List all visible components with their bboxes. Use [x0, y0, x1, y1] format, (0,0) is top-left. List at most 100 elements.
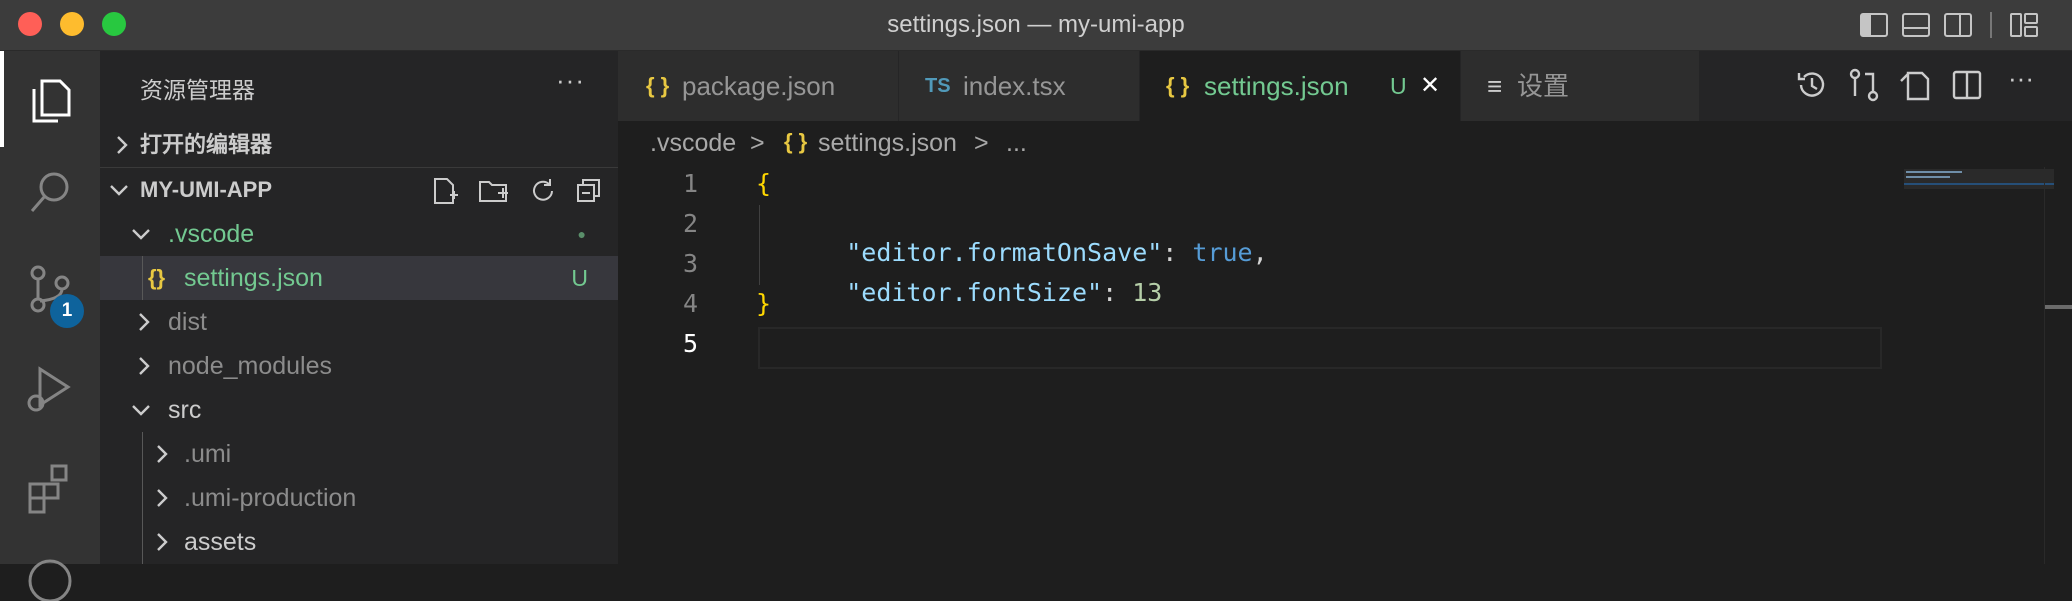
vertical-scrollbar[interactable] [2044, 167, 2072, 564]
untracked-badge: U [1390, 73, 1407, 99]
tree-item-label: dist [168, 308, 207, 336]
title-bar: settings.json — my-umi-app [0, 0, 2072, 51]
close-tab-icon[interactable]: ✕ [1420, 51, 1440, 121]
explorer-more-button[interactable]: ··· [556, 65, 585, 96]
toggle-secondary-sidebar-icon[interactable] [1942, 10, 1974, 40]
breadcrumb-separator: > [974, 129, 989, 157]
activity-bar: 1 [0, 51, 100, 601]
explorer-title: 资源管理器 [140, 77, 255, 103]
typescript-file-icon: TS [925, 75, 951, 97]
chevron-right-icon [157, 533, 168, 551]
minimap-line [1906, 176, 1950, 178]
minimap[interactable] [1888, 167, 2054, 564]
tree-item-node-modules[interactable]: node_modules [100, 344, 618, 388]
json-colon: : [1102, 278, 1133, 307]
json-file-icon: {} [148, 265, 166, 290]
tab-label: settings.json [1204, 71, 1349, 101]
chevron-down-icon [132, 405, 150, 416]
new-folder-icon[interactable] [478, 176, 510, 206]
split-editor-icon[interactable] [1950, 67, 1986, 103]
window-title: settings.json — my-umi-app [887, 11, 1185, 38]
customize-layout-icon[interactable] [2008, 10, 2040, 40]
tree-item-label: settings.json [184, 264, 323, 292]
code-open-brace: { [756, 169, 772, 198]
line-number: 2 [682, 209, 698, 238]
chevron-down-icon [132, 229, 150, 240]
line-number: 3 [682, 249, 698, 278]
refresh-icon[interactable] [528, 176, 558, 206]
scrollbar-cursor-marker [2045, 305, 2072, 309]
toggle-primary-sidebar-icon[interactable] [1858, 10, 1890, 40]
chevron-right-icon [139, 313, 150, 331]
tree-item-label: .umi [184, 440, 232, 468]
tab-label: index.tsx [963, 71, 1066, 101]
minimap-cursor-line [1904, 183, 2054, 185]
breadcrumb-file[interactable]: settings.json [818, 129, 957, 158]
tree-item-umi-production[interactable]: .umi-production [100, 476, 618, 520]
tree-item-src[interactable]: src [100, 388, 618, 432]
indent-guide [142, 256, 143, 300]
indent-guide [759, 205, 760, 285]
collapse-all-icon[interactable] [574, 176, 604, 206]
json-key: "editor.fontSize" [846, 278, 1103, 307]
breadcrumb-separator: > [750, 129, 765, 157]
modified-dot: ● [577, 226, 586, 242]
tab-label: 设置 [1517, 71, 1570, 101]
tree-item-umi[interactable]: .umi [100, 432, 618, 476]
json-file-icon: { } [784, 129, 808, 154]
tree-item-dist[interactable]: dist [100, 300, 618, 344]
breadcrumb-symbols[interactable]: ... [1006, 129, 1027, 158]
project-label: MY-UMI-APP [140, 177, 272, 202]
run-debug-icon[interactable] [20, 359, 80, 419]
tab-index-tsx[interactable]: TS index.tsx [899, 51, 1140, 121]
chevron-down-icon [110, 185, 128, 196]
json-number: 13 [1132, 278, 1163, 307]
open-editors-section[interactable]: 打开的编辑器 [100, 123, 618, 167]
json-file-icon: { } [646, 73, 670, 98]
code-close-brace: } [756, 289, 772, 318]
editor-tab-bar: { } package.json TS index.tsx { } settin… [618, 51, 2072, 121]
chevron-right-icon [117, 136, 128, 154]
tree-item-label: node_modules [168, 352, 333, 380]
json-colon: : [1162, 238, 1193, 267]
tree-item-settings-json[interactable]: {} settings.json U [100, 256, 618, 300]
open-editors-label: 打开的编辑器 [140, 132, 273, 157]
accounts-icon[interactable] [20, 541, 80, 601]
new-file-icon[interactable] [430, 176, 460, 206]
code-line-3: "editor.fontSize": 13 [786, 249, 1162, 336]
search-icon[interactable] [20, 163, 80, 223]
source-control-badge: 1 [50, 294, 84, 328]
tab-settings-ui[interactable]: ≡ 设置 [1461, 51, 1700, 121]
active-indicator [0, 51, 4, 147]
project-section[interactable]: MY-UMI-APP [100, 168, 618, 212]
line-number: 4 [682, 289, 698, 318]
tree-item-label: assets [184, 528, 257, 556]
json-comma: , [1252, 238, 1268, 267]
tab-settings-json[interactable]: { } settings.json U ✕ [1140, 51, 1461, 121]
line-number: 1 [682, 169, 698, 198]
json-boolean: true [1192, 238, 1253, 267]
tree-item-label: src [168, 396, 202, 424]
tree-item-label: .umi-production [184, 484, 357, 512]
untracked-badge: U [571, 265, 588, 291]
explorer-icon[interactable] [20, 69, 80, 129]
code-editor[interactable]: 1 2 3 4 5 { "editor.formatOnSave": true,… [618, 167, 2072, 564]
toggle-panel-icon[interactable] [1900, 10, 1932, 40]
tree-item-assets[interactable]: assets [100, 520, 618, 564]
tab-label: package.json [682, 71, 836, 101]
breadcrumb-folder[interactable]: .vscode [650, 129, 736, 158]
tab-package-json[interactable]: { } package.json [618, 51, 899, 121]
extensions-icon[interactable] [20, 456, 80, 516]
line-number-current: 5 [682, 329, 698, 358]
tree-item-vscode[interactable]: .vscode ● [100, 212, 618, 256]
chevron-right-icon [139, 357, 150, 375]
open-file-icon[interactable] [1898, 67, 1934, 103]
chevron-right-icon [157, 489, 168, 507]
settings-list-icon: ≡ [1487, 71, 1503, 101]
open-changes-icon[interactable] [1846, 67, 1882, 103]
more-actions-button[interactable]: ··· [2008, 63, 2034, 94]
chevron-right-icon [157, 445, 168, 463]
timeline-history-icon[interactable] [1794, 67, 1830, 103]
breadcrumb: .vscode > { } settings.json > ... [618, 121, 2072, 167]
minimap-line [1906, 171, 1962, 173]
